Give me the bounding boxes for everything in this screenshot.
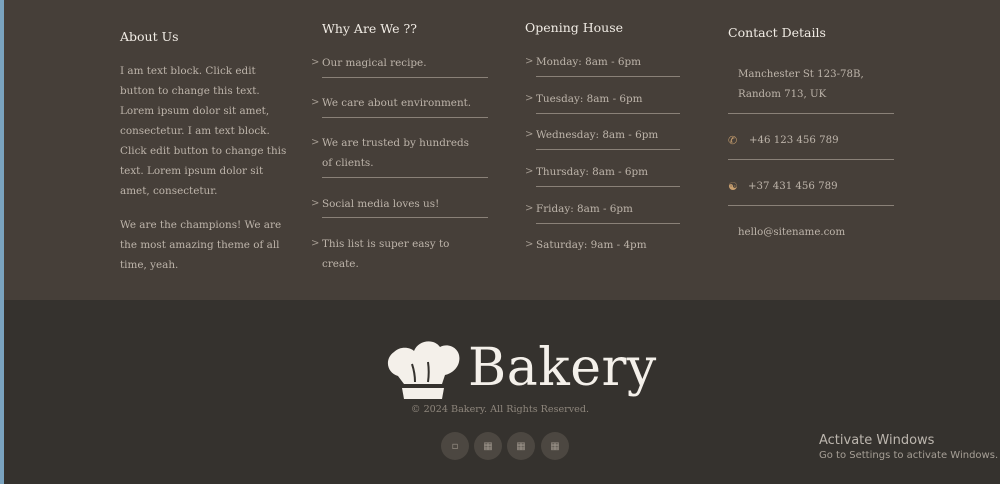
chevron-right-icon: >: [525, 56, 534, 67]
opening-item: > Friday: 8am - 6pm: [525, 199, 680, 224]
chevron-right-icon: >: [525, 239, 534, 250]
phone-icon: ✆: [728, 134, 738, 147]
windows-activation-watermark: Activate Windows Go to Settings to activ…: [819, 432, 998, 463]
instagram-icon: ▦: [516, 440, 526, 452]
chevron-right-icon: >: [525, 93, 534, 104]
opening-item: > Monday: 8am - 6pm: [525, 52, 680, 77]
brand-name: Bakery: [468, 338, 657, 398]
chevron-right-icon: >: [311, 238, 320, 249]
contact-phone: ✆ +46 123 456 789: [728, 131, 894, 160]
opening-item: > Saturday: 9am - 4pm: [525, 235, 680, 255]
chevron-right-icon: >: [311, 97, 320, 108]
youtube-button[interactable]: ▦: [541, 432, 569, 460]
contact-support: ☯ +37 431 456 789: [728, 177, 894, 206]
opening-item: > Tuesday: 8am - 6pm: [525, 89, 680, 114]
chevron-right-icon: >: [311, 57, 320, 68]
about-title: About Us: [120, 29, 179, 44]
contact-address: Manchester St 123-78B, Random 713, UK: [728, 65, 894, 114]
chevron-right-icon: >: [311, 137, 320, 148]
why-item: > Our magical recipe.: [311, 53, 488, 78]
youtube-icon: ▦: [550, 440, 560, 452]
copyright-text: © 2024 Bakery. All Rights Reserved.: [410, 404, 590, 415]
why-item: > Social media loves us!: [311, 194, 488, 218]
footer-widgets: About Us I am text block. Click edit but…: [4, 0, 1000, 300]
chevron-right-icon: >: [311, 198, 320, 209]
why-item: > This list is super easy to create.: [311, 234, 488, 270]
why-item: > We are trusted by hundreds of clients.: [311, 133, 488, 178]
chevron-right-icon: >: [525, 166, 534, 177]
chevron-right-icon: >: [525, 129, 534, 140]
about-paragraph-1: I am text block. Click edit button to ch…: [120, 65, 287, 197]
instagram-button[interactable]: ▦: [507, 432, 535, 460]
opening-title: Opening House: [525, 20, 624, 35]
chef-hat-icon: [387, 341, 460, 399]
about-paragraph-2: We are the champions! We are the most am…: [120, 219, 282, 271]
contact-email[interactable]: hello@sitename.com: [728, 223, 894, 243]
twitter-button[interactable]: ▦: [474, 432, 502, 460]
activate-title: Activate Windows: [819, 433, 935, 448]
why-item: > We care about environment.: [311, 93, 488, 118]
headset-icon: ☯: [728, 180, 738, 193]
facebook-icon: ▫: [451, 440, 459, 452]
chevron-right-icon: >: [525, 203, 534, 214]
activate-subtitle: Go to Settings to activate Windows.: [819, 450, 999, 461]
opening-item: > Wednesday: 8am - 6pm: [525, 125, 680, 150]
brand-logo[interactable]: Bakery: [384, 336, 656, 402]
contact-title: Contact Details: [728, 25, 826, 40]
twitter-icon: ▦: [483, 440, 493, 452]
facebook-button[interactable]: ▫: [441, 432, 469, 460]
opening-item: > Thursday: 8am - 6pm: [525, 162, 680, 187]
why-title: Why Are We ??: [322, 21, 417, 36]
